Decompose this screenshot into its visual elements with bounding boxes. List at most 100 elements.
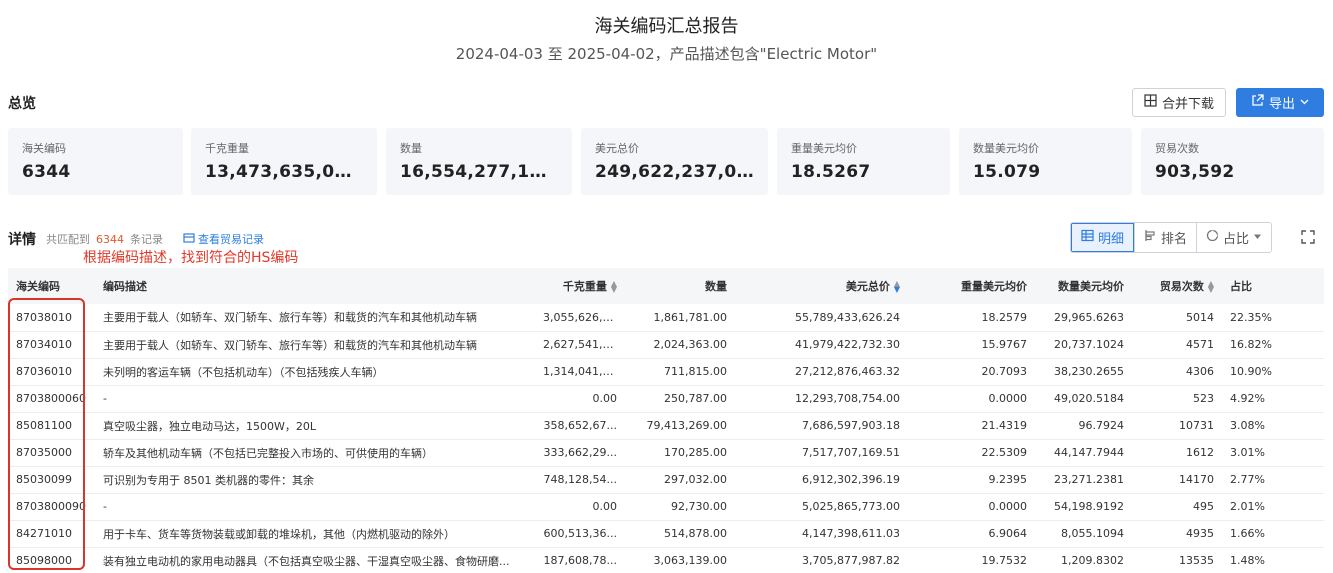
cell-qty: 250,787.00 bbox=[664, 392, 727, 405]
cell-q_avg: 8,055.1094 bbox=[1061, 527, 1124, 540]
table-row[interactable]: 87036010 未列明的客运车辆（不包括机动车）（不包括残疾人车辆） 1,314,… bbox=[8, 358, 1324, 385]
stat-label: 美元总价 bbox=[595, 142, 639, 155]
cell-q_avg: 23,271.2381 bbox=[1054, 473, 1124, 486]
sort-icon[interactable]: ▲ ▼ bbox=[894, 280, 900, 294]
cell-trades: 1612 bbox=[1186, 446, 1214, 459]
table-row[interactable]: 87035000 轿车及其他机动车辆（不包括已完整投入市场的、可供使用的车辆） 33… bbox=[8, 439, 1324, 466]
cell-weight: 600,513,36... bbox=[543, 527, 617, 540]
stat-label: 数量美元均价 bbox=[973, 142, 1039, 155]
cell-q_avg: 38,230.2655 bbox=[1054, 365, 1124, 378]
cell-usd: 7,517,707,169.51 bbox=[802, 446, 900, 459]
cell-desc: - bbox=[103, 392, 107, 405]
cell-trades: 4935 bbox=[1186, 527, 1214, 540]
cell-desc: 用于卡车、货车等货物装载或卸载的堆垛机，其他（内燃机驱动的除外） bbox=[103, 527, 455, 541]
cell-desc: 主要用于载人（如轿车、双门轿车、旅行车等）和载货的汽车和其他机动车辆 bbox=[103, 311, 477, 325]
view-detail-label: 明细 bbox=[1098, 232, 1125, 247]
cell-desc: - bbox=[103, 500, 107, 513]
matched-prefix: 共匹配到 bbox=[46, 233, 90, 246]
export-button[interactable]: 导出 bbox=[1236, 88, 1324, 117]
record-icon bbox=[183, 232, 195, 247]
cell-code: 8703800060 bbox=[16, 392, 86, 405]
cell-desc: 主要用于载人（如轿车、双门轿车、旅行车等）和载货的汽车和其他机动车辆 bbox=[103, 338, 477, 352]
stat-label: 海关编码 bbox=[22, 142, 66, 155]
cell-weight: 0.00 bbox=[592, 392, 618, 405]
cell-w_avg: 21.4319 bbox=[981, 419, 1028, 432]
view-rank-button[interactable]: 排名 bbox=[1134, 223, 1197, 252]
cell-usd: 27,212,876,463.32 bbox=[795, 365, 900, 378]
cell-share: 3.08% bbox=[1230, 419, 1265, 432]
cell-code: 85098000 bbox=[16, 554, 72, 567]
stat-value: 249,622,237,00... bbox=[595, 162, 754, 182]
cell-share: 2.77% bbox=[1230, 473, 1265, 486]
cell-trades: 495 bbox=[1193, 500, 1214, 513]
detail-heading: 详情 bbox=[8, 232, 36, 248]
table-row[interactable]: 85030099 可识别为专用于 8501 类机器的零件：其余 748,128,54… bbox=[8, 466, 1324, 493]
table-row[interactable]: 84271010 用于卡车、货车等货物装载或卸载的堆垛机，其他（内燃机驱动的除外）… bbox=[8, 520, 1324, 547]
cell-desc: 可识别为专用于 8501 类机器的零件：其余 bbox=[103, 473, 314, 487]
stat-label: 重量美元均价 bbox=[791, 142, 857, 155]
cell-trades: 4306 bbox=[1186, 365, 1214, 378]
view-detail-button[interactable]: 明细 bbox=[1071, 223, 1135, 252]
table-row[interactable]: 87034010 主要用于载人（如轿车、双门轿车、旅行车等）和载货的汽车和其他机动… bbox=[8, 331, 1324, 358]
cell-q_avg: 54,198.9192 bbox=[1054, 500, 1124, 513]
table-row[interactable]: 8703800060 - 0.00 250,787.00 12,293,708,754.… bbox=[8, 385, 1324, 412]
cell-trades: 10731 bbox=[1179, 419, 1214, 432]
view-trade-records-link[interactable]: 查看贸易记录 bbox=[183, 231, 264, 247]
cell-desc: 真空吸尘器，独立电动马达，1500W，20L bbox=[103, 419, 316, 433]
view-trade-records-label: 查看贸易记录 bbox=[198, 233, 264, 246]
cell-trades: 14170 bbox=[1179, 473, 1214, 486]
stat-card-weight-avg: 重量美元均价 18.5267 bbox=[777, 128, 950, 195]
overview-heading: 总览 bbox=[8, 96, 36, 112]
fullscreen-icon[interactable] bbox=[1300, 229, 1316, 245]
table-row[interactable]: 85081100 真空吸尘器，独立电动马达，1500W，20L 358,652,67… bbox=[8, 412, 1324, 439]
sort-icon[interactable]: ▲ ▼ bbox=[611, 280, 617, 294]
cell-w_avg: 18.2579 bbox=[981, 310, 1028, 324]
detail-bar: 详情 共匹配到 6344 条记录 查看贸易记录 bbox=[8, 229, 264, 249]
cell-usd: 4,147,398,611.03 bbox=[802, 527, 900, 540]
header-usd[interactable]: 美元总价 ▲ ▼ bbox=[735, 268, 908, 304]
cell-weight: 748,128,54... bbox=[543, 473, 617, 486]
pie-icon bbox=[1206, 229, 1219, 246]
cell-share: 10.90% bbox=[1230, 365, 1272, 378]
cell-desc: 未列明的客运车辆（不包括机动车）（不包括残疾人车辆） bbox=[103, 365, 384, 379]
cell-trades: 523 bbox=[1193, 392, 1214, 405]
header-qty-avg[interactable]: 数量美元均价 bbox=[1035, 268, 1132, 304]
cell-w_avg: 22.5309 bbox=[981, 446, 1028, 459]
cell-weight: 187,608,78... bbox=[543, 554, 617, 567]
cell-weight: 3,055,626,7... bbox=[543, 310, 620, 324]
chevron-down-icon bbox=[1300, 95, 1309, 110]
report-subtitle: 2024-04-03 至 2025-04-02，产品描述包含"Electric … bbox=[455, 45, 878, 63]
sort-icon[interactable]: ▲ ▼ bbox=[1208, 280, 1214, 294]
caret-down-icon bbox=[1253, 230, 1262, 245]
cell-qty: 514,878.00 bbox=[664, 527, 727, 540]
header-weight-avg[interactable]: 重量美元均价 bbox=[908, 268, 1035, 304]
merge-download-button[interactable]: 合并下载 bbox=[1132, 88, 1226, 117]
header-trades-label: 贸易次数 bbox=[1159, 280, 1204, 293]
cell-desc: 装有独立电动机的家用电动器具（不包括真空吸尘器、干湿真空吸尘器、食物研磨... bbox=[103, 554, 510, 568]
header-qty[interactable]: 数量 bbox=[625, 268, 735, 304]
view-ratio-button[interactable]: 占比 bbox=[1196, 223, 1272, 252]
table-row[interactable]: 85098000 装有独立电动机的家用电动器具（不包括真空吸尘器、干湿真空吸尘器、… bbox=[8, 547, 1324, 573]
cell-q_avg: 1,209.8302 bbox=[1061, 554, 1124, 567]
table-row[interactable]: 87038010 主要用于载人（如轿车、双门轿车、旅行车等）和载货的汽车和其他机动… bbox=[8, 304, 1324, 331]
table-header-row: 海关编码 编码描述 千克重量 ▲ ▼ 数量 美元总价 ▲ ▼ 重量美元均价 数量美元均价… bbox=[8, 268, 1324, 304]
stat-value: 13,473,635,027.... bbox=[205, 162, 363, 182]
header-desc[interactable]: 编码描述 bbox=[95, 268, 535, 304]
cell-usd: 6,912,302,396.19 bbox=[802, 473, 900, 486]
cell-weight: 333,662,29... bbox=[543, 446, 617, 459]
header-code[interactable]: 海关编码 bbox=[8, 268, 95, 304]
cell-trades: 4571 bbox=[1186, 338, 1214, 351]
stat-label: 贸易次数 bbox=[1155, 142, 1199, 155]
cell-code: 87036010 bbox=[16, 365, 72, 378]
stat-value: 6344 bbox=[22, 162, 71, 182]
header-weight[interactable]: 千克重量 ▲ ▼ bbox=[535, 268, 625, 304]
matched-count: 6344 bbox=[96, 232, 124, 246]
cell-weight: 1,314,041,4... bbox=[543, 365, 620, 378]
header-trades[interactable]: 贸易次数 ▲ ▼ bbox=[1132, 268, 1222, 304]
cell-w_avg: 0.0000 bbox=[988, 392, 1028, 405]
merge-icon bbox=[1144, 94, 1157, 111]
view-rank-label: 排名 bbox=[1161, 232, 1188, 247]
table-row[interactable]: 8703800090 - 0.00 92,730.00 5,025,865,773.00… bbox=[8, 493, 1324, 520]
header-share[interactable]: 占比 bbox=[1222, 268, 1324, 304]
cell-trades: 5014 bbox=[1186, 310, 1214, 324]
